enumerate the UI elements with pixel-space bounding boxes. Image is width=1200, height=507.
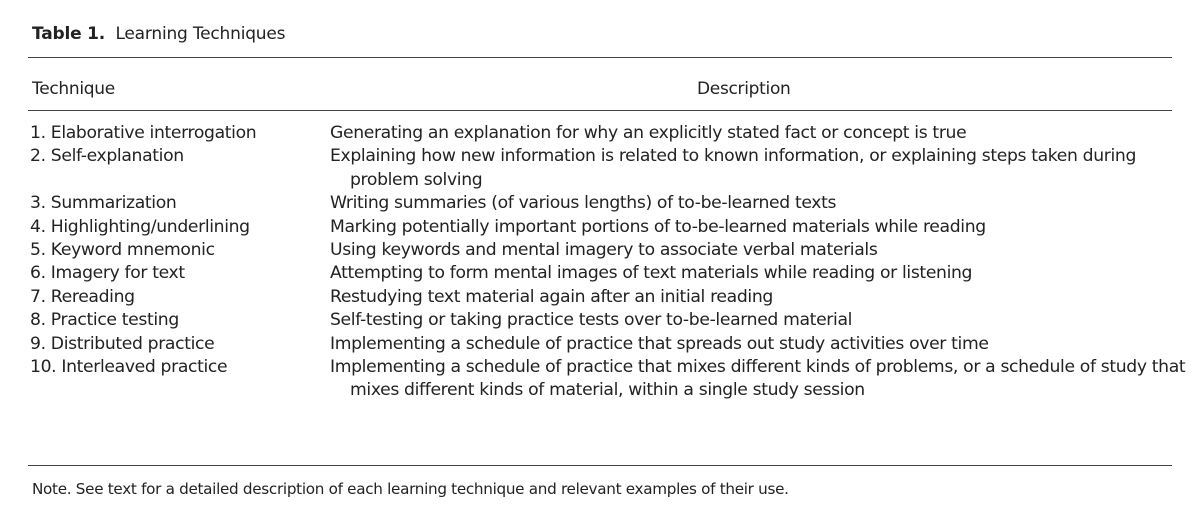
bottom-rule <box>28 465 1172 466</box>
top-rule <box>28 57 1172 58</box>
description-cell: Explaining how new information is relate… <box>330 146 1137 190</box>
table-row: 3. Summarization Writing summaries (of va… <box>0 192 1200 215</box>
table-row: 1. Elaborative interrogation Generating a… <box>0 122 1200 145</box>
header-technique: Technique <box>32 79 115 99</box>
description-cell: Generating an explanation for why an exp… <box>330 123 967 143</box>
description-cell: Implementing a schedule of practice that… <box>330 357 1186 401</box>
description-cell: Implementing a schedule of practice that… <box>330 333 989 354</box>
description-cell: Writing summaries (of various lengths) o… <box>330 193 837 214</box>
technique-cell: 10. Interleaved practice <box>30 357 228 378</box>
description-cell: Attempting to form mental images of text… <box>330 263 973 284</box>
table-row: 4. Highlighting/underlining Marking poten… <box>0 216 1200 239</box>
table-body: 1. Elaborative interrogation Generating a… <box>0 122 1200 403</box>
table-label: Table 1. <box>32 24 106 44</box>
table-row: 6. Imagery for text Attempting to form me… <box>0 262 1200 285</box>
table-title: Learning Techniques <box>115 24 286 44</box>
description-cell: Restudying text material again after an … <box>330 286 773 307</box>
description-cell: Marking potentially important portions o… <box>330 216 986 237</box>
table-caption: Table 1. Learning Techniques <box>32 24 286 44</box>
technique-cell: 6. Imagery for text <box>30 263 185 284</box>
technique-cell: 5. Keyword mnemonic <box>30 240 215 261</box>
table-row: 7. Rereading Restudying text material aga… <box>0 286 1200 309</box>
table-row: 2. Self-explanation Explaining how new in… <box>0 145 1200 192</box>
table-row: 10. Interleaved practice Implementing a s… <box>0 356 1200 403</box>
technique-cell: 7. Rereading <box>30 286 135 307</box>
technique-cell: 3. Summarization <box>30 193 177 214</box>
table-row: 8. Practice testing Self-testing or takin… <box>0 309 1200 332</box>
header-rule <box>28 110 1172 111</box>
technique-cell: 1. Elaborative interrogation <box>30 123 257 143</box>
description-cell: Self-testing or taking practice tests ov… <box>330 310 853 331</box>
table-row: 5. Keyword mnemonic Using keywords and me… <box>0 239 1200 262</box>
technique-cell: 9. Distributed practice <box>30 333 215 354</box>
technique-cell: 4. Highlighting/underlining <box>30 216 250 237</box>
table-row: 9. Distributed practice Implementing a sc… <box>0 333 1200 356</box>
technique-cell: 2. Self-explanation <box>30 146 184 167</box>
technique-cell: 8. Practice testing <box>30 310 179 331</box>
table-note: Note. See text for a detailed descriptio… <box>32 480 789 498</box>
description-cell: Using keywords and mental imagery to ass… <box>330 240 878 261</box>
header-description: Description <box>697 79 791 99</box>
